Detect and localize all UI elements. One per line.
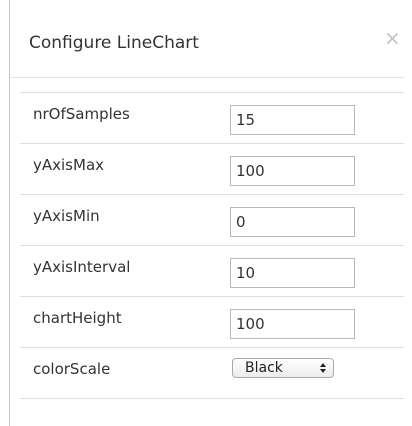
setting-row-nrofsamples: nrOfSamples xyxy=(20,92,404,143)
colorscale-selected-value: Black xyxy=(245,360,283,376)
dialog-header: Configure LineChart × xyxy=(10,0,404,78)
colorscale-select[interactable]: Black xyxy=(232,358,334,378)
yaxisinterval-input[interactable] xyxy=(230,258,355,288)
nrofsamples-input[interactable] xyxy=(230,105,355,135)
setting-row-yaxisinterval: yAxisInterval xyxy=(20,245,404,296)
setting-label: nrOfSamples xyxy=(33,105,130,123)
setting-row-yaxismax: yAxisMax xyxy=(20,143,404,194)
setting-label: yAxisMax xyxy=(33,156,105,174)
setting-row-colorscale: colorScale Black xyxy=(20,347,404,399)
settings-table: nrOfSamples yAxisMax yAxisMin yAxisInter… xyxy=(20,92,404,399)
setting-label: colorScale xyxy=(33,360,111,378)
chartheight-input[interactable] xyxy=(230,309,355,339)
yaxismax-input[interactable] xyxy=(230,156,355,186)
dialog-title: Configure LineChart xyxy=(29,33,199,53)
setting-label: yAxisInterval xyxy=(33,258,131,276)
setting-row-yaxismin: yAxisMin xyxy=(20,194,404,245)
setting-row-chartheight: chartHeight xyxy=(20,296,404,347)
close-icon[interactable]: × xyxy=(384,28,401,48)
updown-arrows-icon xyxy=(320,363,326,373)
yaxismin-input[interactable] xyxy=(230,207,355,237)
configure-dialog: Configure LineChart × nrOfSamples yAxisM… xyxy=(9,0,412,426)
setting-label: yAxisMin xyxy=(33,207,100,225)
setting-label: chartHeight xyxy=(33,309,122,327)
